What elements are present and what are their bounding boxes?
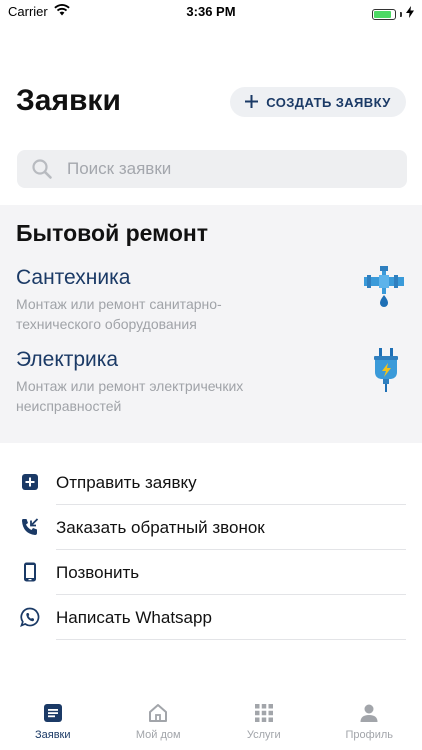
search-bar[interactable] (17, 150, 407, 188)
service-description: Монтаж или ремонт электричечких неисправ… (16, 378, 244, 414)
home-icon (147, 702, 169, 724)
tab-requests[interactable]: Заявки (0, 692, 106, 750)
whatsapp-action[interactable]: Написать Whatsapp (0, 595, 422, 640)
plumbing-icon (364, 266, 408, 310)
status-bar: Carrier 3:36 PM (0, 0, 422, 22)
page-title: Заявки (16, 84, 121, 117)
service-name: Электрика (16, 348, 119, 371)
action-label: Заказать обратный звонок (56, 518, 265, 537)
charging-icon (406, 5, 414, 23)
tab-profile[interactable]: Профиль (317, 692, 422, 750)
battery-tip (400, 11, 402, 17)
whatsapp-icon (20, 607, 40, 627)
callback-icon (20, 517, 40, 537)
tab-label: Мой дом (135, 729, 181, 741)
status-right (372, 5, 414, 23)
section-title: Бытовой ремонт (16, 220, 209, 246)
list-icon (42, 702, 64, 724)
tab-label: Профиль (345, 729, 394, 741)
tab-label: Заявки (34, 729, 71, 741)
status-time: 3:36 PM (186, 4, 236, 19)
send-request-action[interactable]: Отправить заявку (0, 460, 422, 505)
tab-my-home[interactable]: Мой дом (106, 692, 212, 750)
repair-section: Бытовой ремонт Сантехника Монтаж или рем… (0, 205, 422, 443)
action-label: Написать Whatsapp (56, 608, 212, 627)
create-request-label: СОЗДАТЬ ЗАЯВКУ (266, 94, 391, 110)
search-input[interactable] (67, 159, 387, 179)
service-electric[interactable]: Электрика Монтаж или ремонт электричечки… (0, 348, 422, 418)
battery-level (374, 10, 391, 18)
plus-icon (245, 92, 259, 112)
service-plumbing[interactable]: Сантехника Монтаж или ремонт санитарно-т… (0, 266, 422, 336)
tab-services[interactable]: Услуги (211, 692, 317, 750)
service-name: Сантехника (16, 266, 131, 289)
tab-bar: Заявки Мой дом Услуги Профиль (0, 692, 422, 750)
call-action[interactable]: Позвонить (0, 550, 422, 595)
person-icon (358, 702, 380, 724)
service-description: Монтаж или ремонт санитарно-технического… (16, 296, 222, 332)
create-request-button[interactable]: СОЗДАТЬ ЗАЯВКУ (230, 87, 406, 117)
search-icon (31, 158, 53, 180)
action-list: Отправить заявку Заказать обратный звоно… (0, 460, 422, 640)
tab-label: Услуги (246, 729, 281, 741)
electric-plug-icon (364, 348, 408, 392)
callback-action[interactable]: Заказать обратный звонок (0, 505, 422, 550)
action-label: Отправить заявку (56, 473, 197, 492)
battery-icon (372, 8, 396, 20)
action-label: Позвонить (56, 563, 140, 582)
grid-icon (253, 702, 275, 724)
divider (56, 639, 406, 640)
plus-square-icon (20, 472, 40, 492)
phone-icon (20, 562, 40, 582)
